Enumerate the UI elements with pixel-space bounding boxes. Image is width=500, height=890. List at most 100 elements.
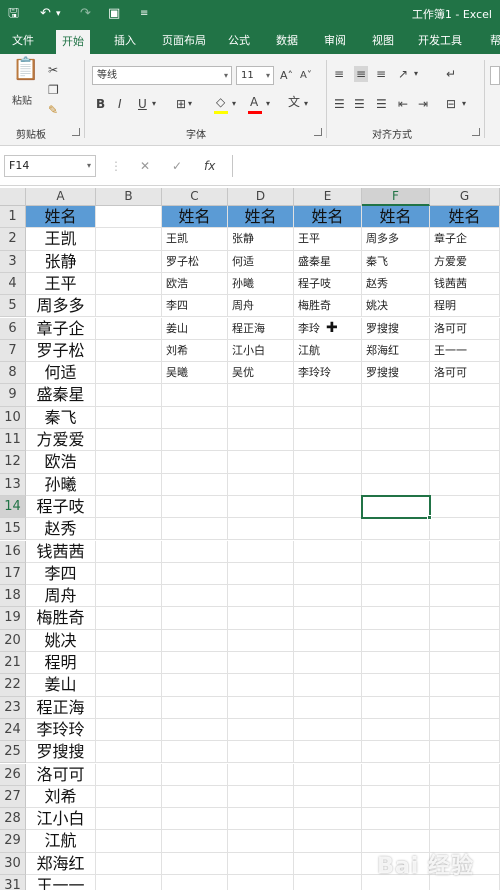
row-header[interactable]: 26: [0, 763, 26, 786]
cell-e1[interactable]: 姓名: [294, 206, 362, 229]
orientation-dropdown-icon[interactable]: ▾: [414, 66, 418, 82]
cell-c28[interactable]: [162, 808, 228, 831]
row-header[interactable]: 23: [0, 696, 26, 719]
cell-f18[interactable]: [362, 585, 430, 608]
cell-d9[interactable]: [228, 384, 294, 407]
increase-indent-icon[interactable]: ⇥: [418, 96, 428, 112]
format-painter-icon[interactable]: ✎: [48, 102, 58, 118]
formula-input[interactable]: [232, 155, 496, 177]
cell-d8[interactable]: 吴优: [228, 362, 294, 385]
row-header[interactable]: 19: [0, 607, 26, 630]
cell-b1[interactable]: [96, 206, 162, 229]
column-header-g[interactable]: G: [430, 188, 500, 206]
cell-g27[interactable]: [430, 785, 500, 809]
fill-color-icon[interactable]: ◇: [216, 94, 225, 110]
cell-a21[interactable]: 程明: [26, 652, 96, 675]
cell-d27[interactable]: [228, 785, 294, 809]
cell-a13[interactable]: 孙曦: [26, 473, 96, 496]
name-box[interactable]: F14 ▾: [4, 155, 96, 177]
cell-a20[interactable]: 姚决: [26, 629, 96, 652]
cell-c8[interactable]: 吴曦: [162, 362, 228, 385]
cell-e5[interactable]: 梅胜奇: [294, 295, 362, 318]
cell-e22[interactable]: [294, 674, 362, 697]
cell-e19[interactable]: [294, 607, 362, 630]
cell-b21[interactable]: [96, 652, 162, 675]
cell-e17[interactable]: [294, 562, 362, 586]
cell-d2[interactable]: 张静: [228, 228, 294, 251]
cell-e31[interactable]: [294, 875, 362, 890]
wrap-text-icon[interactable]: ↵: [446, 66, 456, 82]
cell-a12[interactable]: 欧浩: [26, 451, 96, 474]
cell-e21[interactable]: [294, 652, 362, 675]
cell-e9[interactable]: [294, 384, 362, 407]
undo-icon[interactable]: ↶: [40, 4, 51, 24]
cell-c25[interactable]: [162, 741, 228, 764]
cell-c2[interactable]: 王凯: [162, 228, 228, 251]
cell-g15[interactable]: [430, 518, 500, 541]
cell-b10[interactable]: [96, 406, 162, 429]
cell-f11[interactable]: [362, 429, 430, 452]
cell-e18[interactable]: [294, 585, 362, 608]
cell-e2[interactable]: 王平: [294, 228, 362, 251]
align-middle-icon[interactable]: ≡: [354, 66, 369, 82]
cell-g11[interactable]: [430, 429, 500, 452]
row-header[interactable]: 4: [0, 272, 26, 296]
cell-b30[interactable]: [96, 852, 162, 875]
cell-c21[interactable]: [162, 652, 228, 675]
row-header[interactable]: 11: [0, 429, 26, 452]
cell-g9[interactable]: [430, 384, 500, 407]
cell-d17[interactable]: [228, 562, 294, 586]
cell-d4[interactable]: 孙曦: [228, 272, 294, 296]
tab-help[interactable]: 帮: [484, 28, 500, 54]
cell-d21[interactable]: [228, 652, 294, 675]
cell-c19[interactable]: [162, 607, 228, 630]
cell-e10[interactable]: [294, 406, 362, 429]
cell-f26[interactable]: [362, 763, 430, 786]
cell-a18[interactable]: 周舟: [26, 585, 96, 608]
cell-g13[interactable]: [430, 473, 500, 496]
cell-f3[interactable]: 秦飞: [362, 250, 430, 273]
cell-c11[interactable]: [162, 429, 228, 452]
cell-c22[interactable]: [162, 674, 228, 697]
cell-d31[interactable]: [228, 875, 294, 890]
cell-g21[interactable]: [430, 652, 500, 675]
row-header[interactable]: 3: [0, 250, 26, 273]
cell-g6[interactable]: 洛可可: [430, 317, 500, 340]
confirm-icon[interactable]: ✓: [172, 159, 182, 173]
cell-b8[interactable]: [96, 362, 162, 385]
fill-dropdown-icon[interactable]: ▾: [232, 96, 236, 112]
cell-b31[interactable]: [96, 875, 162, 890]
cell-b11[interactable]: [96, 429, 162, 452]
cell-f19[interactable]: [362, 607, 430, 630]
select-all-corner[interactable]: [0, 188, 26, 206]
cell-c12[interactable]: [162, 451, 228, 474]
decrease-indent-icon[interactable]: ⇤: [398, 96, 408, 112]
cell-d20[interactable]: [228, 629, 294, 652]
tab-home[interactable]: 开始: [56, 30, 90, 54]
insert-function-icon[interactable]: fx: [204, 159, 215, 173]
cell-a1[interactable]: 姓名: [26, 206, 96, 229]
cell-b19[interactable]: [96, 607, 162, 630]
cell-b3[interactable]: [96, 250, 162, 273]
cell-b6[interactable]: [96, 317, 162, 340]
column-header-f[interactable]: F: [362, 188, 430, 206]
cell-d11[interactable]: [228, 429, 294, 452]
cell-a24[interactable]: 李玲玲: [26, 718, 96, 742]
cell-f25[interactable]: [362, 741, 430, 764]
cell-b4[interactable]: [96, 272, 162, 296]
italic-icon[interactable]: I: [118, 96, 122, 112]
cell-a30[interactable]: 郑海红: [26, 852, 96, 875]
row-header[interactable]: 1: [0, 206, 26, 229]
cell-e4[interactable]: 程子吱: [294, 272, 362, 296]
cell-b27[interactable]: [96, 785, 162, 809]
merge-dropdown-icon[interactable]: ▾: [462, 96, 466, 112]
cell-f7[interactable]: 郑海红: [362, 339, 430, 363]
phonetic-dropdown-icon[interactable]: ▾: [304, 96, 308, 112]
cell-a29[interactable]: 江航: [26, 830, 96, 853]
align-bottom-icon[interactable]: ≡: [376, 66, 386, 82]
cell-g5[interactable]: 程明: [430, 295, 500, 318]
cell-f9[interactable]: [362, 384, 430, 407]
cell-a8[interactable]: 何适: [26, 362, 96, 385]
cell-c31[interactable]: [162, 875, 228, 890]
cell-d1[interactable]: 姓名: [228, 206, 294, 229]
